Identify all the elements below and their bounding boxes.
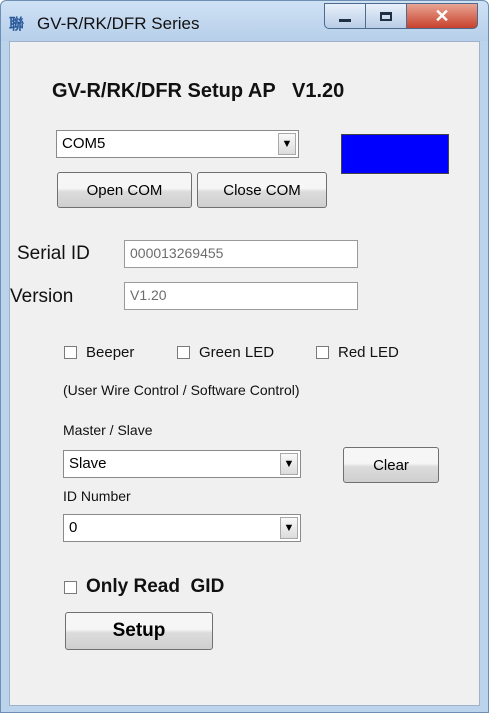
- master-slave-select[interactable]: Slave ▼: [63, 450, 301, 478]
- connection-status-indicator: [341, 134, 449, 174]
- close-com-button[interactable]: Close COM: [197, 172, 327, 208]
- title-bar[interactable]: 聯 GV-R/RK/DFR Series ✕: [1, 1, 488, 41]
- minimize-icon: [339, 18, 351, 22]
- client-area: GV-R/RK/DFR Setup AP V1.20 COM5 ▼ Open C…: [9, 41, 480, 706]
- chevron-down-icon[interactable]: ▼: [278, 133, 296, 155]
- green-led-checkbox-label: Green LED: [199, 344, 275, 361]
- app-window: 聯 GV-R/RK/DFR Series ✕ GV-R/RK/DFR Setup…: [0, 0, 489, 713]
- close-icon: ✕: [434, 5, 450, 26]
- red-led-checkbox-box[interactable]: [316, 346, 329, 359]
- clear-label: Clear: [373, 456, 409, 474]
- red-led-checkbox[interactable]: Red LED: [316, 344, 399, 361]
- beeper-checkbox-label: Beeper: [86, 344, 135, 361]
- app-icon: 聯: [9, 16, 25, 33]
- open-com-button[interactable]: Open COM: [57, 172, 192, 208]
- green-led-checkbox[interactable]: Green LED: [177, 344, 274, 361]
- id-number-label: ID Number: [63, 488, 131, 504]
- id-number-value: 0: [69, 519, 78, 536]
- clear-button[interactable]: Clear: [343, 447, 439, 483]
- com-port-value: COM5: [62, 135, 106, 152]
- red-led-checkbox-label: Red LED: [338, 344, 399, 361]
- caption-buttons: ✕: [324, 3, 478, 29]
- green-led-checkbox-box[interactable]: [177, 346, 190, 359]
- control-note: (User Wire Control / Software Control): [63, 382, 300, 398]
- id-number-select[interactable]: 0 ▼: [63, 514, 301, 542]
- minimize-button[interactable]: [324, 3, 366, 29]
- maximize-button[interactable]: [365, 3, 407, 29]
- chevron-down-icon[interactable]: ▼: [280, 453, 298, 475]
- only-read-gid-label: Only Read GID: [86, 576, 225, 597]
- page-title: GV-R/RK/DFR Setup AP V1.20: [52, 80, 345, 102]
- beeper-checkbox[interactable]: Beeper: [64, 344, 134, 361]
- chevron-down-icon[interactable]: ▼: [280, 517, 298, 539]
- master-slave-value: Slave: [69, 455, 107, 472]
- window-title: GV-R/RK/DFR Series: [37, 14, 200, 33]
- serial-id-field[interactable]: 000013269455: [124, 240, 358, 268]
- open-com-label: Open COM: [86, 181, 163, 199]
- maximize-icon: [380, 11, 392, 21]
- only-read-gid-checkbox-box[interactable]: [64, 580, 77, 594]
- serial-id-label: Serial ID: [17, 243, 90, 264]
- only-read-gid-checkbox[interactable]: Only Read GID: [64, 576, 224, 598]
- close-button[interactable]: ✕: [406, 3, 478, 29]
- version-label: Version: [10, 286, 74, 307]
- com-port-select[interactable]: COM5 ▼: [56, 130, 299, 158]
- beeper-checkbox-box[interactable]: [64, 346, 77, 359]
- master-slave-label: Master / Slave: [63, 422, 153, 438]
- close-com-label: Close COM: [223, 181, 301, 199]
- setup-label: Setup: [112, 620, 166, 641]
- setup-button[interactable]: Setup: [65, 612, 213, 650]
- version-field[interactable]: V1.20: [124, 282, 358, 310]
